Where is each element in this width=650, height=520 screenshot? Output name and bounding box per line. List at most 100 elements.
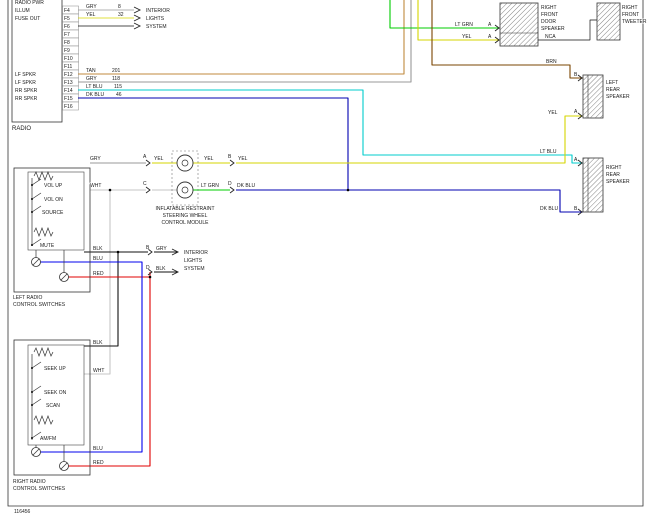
wire-red-riser [68,277,150,466]
clk-pin-b: B [228,154,232,160]
tweeter-name-2: FRONT [622,12,639,18]
pin-f6: F6 [64,24,70,30]
lr-spkr-wire-yel: YEL [548,110,558,116]
lsw-name-2: CONTROL SWITCHES [13,302,66,308]
lsw-vol-on: VOL ON [44,197,63,203]
rr-spkr-wire-ltblu: LT BLU [540,149,557,155]
lsw-vol-up: VOL UP [44,183,63,189]
wire-label-f15-color: DK BLU [86,92,104,98]
rsw-seek-up: SEEK UP [44,366,66,372]
rr-spkr-name-2: REAR [606,172,620,178]
rsw-scan: SCAN [46,403,60,409]
page-frame [8,0,643,506]
wire-ltgrn-door-spkr [390,0,500,28]
door-spkr-name-1: RIGHT [541,5,557,11]
wire-label-f14-color: LT BLU [86,84,103,90]
lr-spkr-name-1: LEFT [606,80,618,86]
connector-chevrons [146,25,582,275]
clockspring-coil-top [177,155,193,171]
rsw-blu: BLU [93,446,103,452]
module-name-1: INFLATABLE RESTRAINT [156,206,215,212]
rsw-seek-on: SEEK ON [44,390,67,396]
wire-blk-riser [84,252,118,346]
lr-spkr-pin-a: A [574,109,578,115]
rsw-amfm: AM/FM [40,436,56,442]
clk-yel-2: YEL [204,156,214,162]
wire-label-f13-circuit: 118 [112,76,120,82]
interior-lights-top-1: INTERIOR [146,8,170,14]
nca-label: NCA [545,34,556,40]
rr-spkr-pin-b: B [574,206,578,212]
clk-dkblu: DK BLU [237,183,255,189]
rsw-red: RED [93,460,104,466]
rsw-name-2: CONTROL SWITCHES [13,486,66,492]
pin-f11: F11 [64,64,72,70]
clk-gry: GRY [90,156,101,162]
wire-label-f12-circuit: 201 [112,68,121,74]
lr-spkr-name-2: REAR [606,87,620,93]
wire-label-f12-color: TAN [86,68,96,74]
figure-number: 116456 [14,509,31,515]
lr-spkr-name-3: SPEAKER [606,94,630,100]
radio-row-label-radio-pwr: RADIO PWR [15,0,44,6]
mid-blk: BLK [156,266,166,272]
clk-pin-d: D [228,181,232,187]
lsw-blk: BLK [93,246,103,252]
module-name-2: STEERING WHEEL [163,213,208,219]
pin-f16: F16 [64,104,73,110]
interior-lights-top-3: SYSTEM [146,24,167,30]
door-spkr-wire-yel: YEL [462,34,472,40]
wire-red-left [68,272,150,277]
wire-label-f14-circuit: 115 [114,84,122,90]
door-spkr-name-2: FRONT [541,12,558,18]
clk-pin-a: A [143,154,147,160]
right-front-door-speaker [500,3,538,46]
lsw-blu: BLU [93,256,103,262]
wire-label-f15-circuit: 46 [116,92,122,98]
junction-dots [109,189,350,279]
pin-f15: F15 [64,96,73,102]
brn-label: BRN [546,59,557,65]
wire-clk-dkblu-out [236,190,583,212]
pin-f14: F14 [64,88,73,94]
lsw-source: SOURCE [42,210,64,216]
lsw-name-1: LEFT RADIO [13,295,42,301]
rsw-switch-contacts [31,362,41,439]
rr-spkr-pin-a: A [574,157,578,163]
mid-pin-d: D [146,265,150,271]
door-spkr-pin-a2: A [488,34,492,40]
lsw-mute: MUTE [40,243,55,249]
right-front-tweeter [597,3,620,40]
radio-row-label-fuse-out: FUSE OUT [15,16,40,22]
door-spkr-wire-ltgrn: LT GRN [455,22,473,28]
wire-clk-yel-out [236,116,583,163]
pin-f12: F12 [64,72,73,78]
radio-row-label-rr-spkr-1: RR SPKR [15,88,38,94]
clk-pin-c: C [143,181,147,187]
rsw-blk: BLK [93,340,103,346]
wiring-diagram-svg: RADIO PWRILLUMFUSE OUTLF SPKRLF SPKRRR S… [0,0,650,520]
pin-f10: F10 [64,56,73,62]
tweeter-name-1: RIGHT [622,5,638,11]
lsw-switch-contacts [31,179,41,246]
system-arrows [134,7,178,275]
clk-yel-3: YEL [238,156,248,162]
clockspring-module [172,151,198,205]
pin-f5: F5 [64,16,70,22]
interior-lights-mid-2: LIGHTS [184,258,203,264]
wire-label-f4-color: GRY [86,4,97,10]
rr-spkr-name-3: SPEAKER [606,179,630,185]
radio-row-label-rr-spkr-2: RR SPKR [15,96,38,102]
rsw-name-1: RIGHT RADIO [13,479,46,485]
pin-f8: F8 [64,40,70,46]
rr-spkr-wire-dkblu: DK BLU [540,206,558,212]
wire-label-f13-color: GRY [86,76,97,82]
wire-f14-ltblu [78,90,583,163]
wiring-diagram-page: RADIO PWRILLUMFUSE OUTLF SPKRLF SPKRRR S… [0,0,650,520]
radio-row-label-lf-spkr-2: LF SPKR [15,80,36,86]
clk-ltgrn: LT GRN [201,183,219,189]
interior-lights-mid-3: SYSTEM [184,266,205,272]
lr-spkr-pin-b: B [574,72,578,78]
wire-label-f4-circuit: 8 [118,4,121,10]
door-spkr-name-4: SPEAKER [541,26,565,32]
